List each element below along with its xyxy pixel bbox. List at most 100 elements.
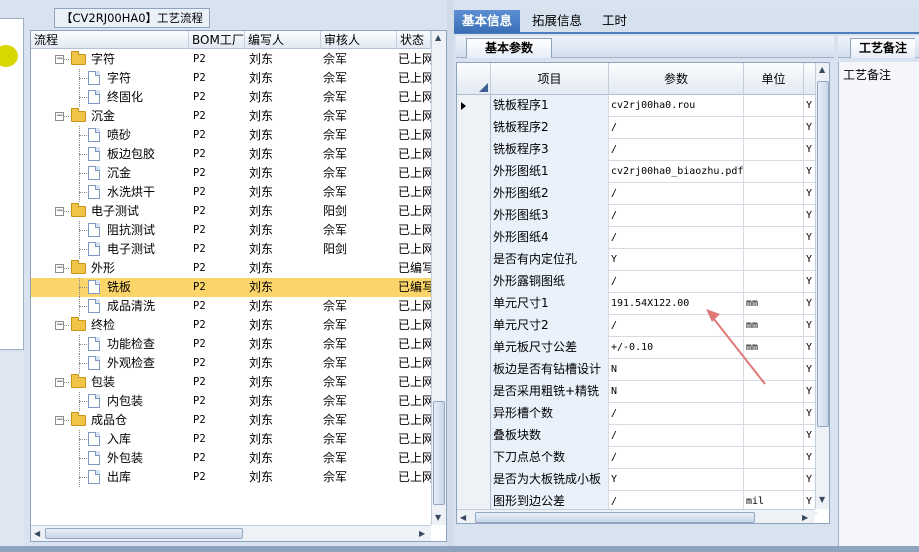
tree-folder-row[interactable]: − 外形 P2 刘东 已编写	[31, 259, 432, 278]
grid-row[interactable]: 铣板程序1 cv2rj00ha0.rou Y	[457, 95, 817, 117]
grid-row[interactable]: 是否采用粗铣+精铣 N Y	[457, 381, 817, 403]
grid-row[interactable]: 下刀点总个数 / Y	[457, 447, 817, 469]
tree-item-row[interactable]: 水洗烘干 P2 刘东 佘军 已上网	[31, 183, 432, 202]
col-header-param[interactable]: 参数	[609, 63, 744, 95]
grid-row[interactable]: 异形槽个数 / Y	[457, 403, 817, 425]
grid-row[interactable]: 板边是否有钻槽设计 N Y	[457, 359, 817, 381]
tree-folder-row[interactable]: − 终检 P2 刘东 佘军 已上网	[31, 316, 432, 335]
unit-cell[interactable]	[744, 425, 804, 447]
param-cell[interactable]: +/-0.10	[609, 337, 744, 359]
tree-item-row[interactable]: 外观检查 P2 刘东 佘军 已上网	[31, 354, 432, 373]
row-header[interactable]	[457, 381, 491, 403]
row-header[interactable]	[457, 469, 491, 491]
unit-cell[interactable]	[744, 95, 804, 117]
scroll-thumb[interactable]	[433, 401, 445, 505]
tree-item-row[interactable]: 终固化 P2 刘东 佘军 已上网	[31, 88, 432, 107]
unit-cell[interactable]	[744, 271, 804, 293]
param-cell[interactable]: /	[609, 183, 744, 205]
tree-item-row[interactable]: 板边包胶 P2 刘东 佘军 已上网	[31, 145, 432, 164]
scroll-right-arrow-icon[interactable]: ▶	[802, 513, 808, 522]
grid-row[interactable]: 外形露铜图纸 / Y	[457, 271, 817, 293]
tree-item-row[interactable]: 内包装 P2 刘东 佘军 已上网	[31, 392, 432, 411]
param-cell[interactable]: cv2rj00ha0_biaozhu.pdf	[609, 161, 744, 183]
scroll-up-arrow-icon[interactable]: ▲	[819, 65, 825, 74]
param-cell[interactable]: /	[609, 139, 744, 161]
row-header[interactable]	[457, 447, 491, 469]
row-header[interactable]	[457, 139, 491, 161]
row-header[interactable]	[457, 117, 491, 139]
collapse-icon[interactable]: −	[55, 55, 64, 64]
unit-cell[interactable]	[744, 403, 804, 425]
grid-row[interactable]: 铣板程序3/Y	[457, 139, 817, 161]
row-header[interactable]	[457, 293, 491, 315]
collapse-icon[interactable]: −	[55, 112, 64, 121]
unit-cell[interactable]	[744, 249, 804, 271]
tree-item-row[interactable]: 入库 P2 刘东 佘军 已上网	[31, 430, 432, 449]
col-header-unit[interactable]: 单位	[744, 63, 804, 95]
col-header-reviewer[interactable]: 审核人	[321, 31, 397, 49]
param-cell[interactable]: /	[609, 205, 744, 227]
grid-row[interactable]: 单元尺寸2/mm Y	[457, 315, 817, 337]
param-cell[interactable]: N	[609, 359, 744, 381]
grid-row[interactable]: 铣板程序2/Y	[457, 117, 817, 139]
grid-corner[interactable]	[457, 63, 491, 95]
grid-vertical-scrollbar[interactable]: ▲ ▼	[815, 63, 829, 509]
grid-row[interactable]: 单元尺寸1 191.54X122.00 mm Y	[457, 293, 817, 315]
tree-folder-row[interactable]: − 沉金 P2 刘东 佘军 已上网	[31, 107, 432, 126]
tree-horizontal-scrollbar[interactable]: ◀ ▶	[31, 525, 431, 541]
tree-item-row[interactable]: 外包装 P2 刘东 佘军 已上网	[31, 449, 432, 468]
grid-horizontal-scrollbar[interactable]: ◀ ▶	[457, 509, 815, 523]
col-header-editor[interactable]: 编写人	[245, 31, 321, 49]
row-header[interactable]	[457, 315, 491, 337]
row-header[interactable]	[457, 227, 491, 249]
col-header-item[interactable]: 项目	[491, 63, 609, 95]
tree-folder-row[interactable]: − 包装 P2 刘东 佘军 已上网	[31, 373, 432, 392]
tree-folder-row[interactable]: − 成品仓 P2 刘东 佘军 已上网	[31, 411, 432, 430]
tree-item-row[interactable]: 沉金 P2 刘东 佘军 已上网	[31, 164, 432, 183]
grid-row[interactable]: 是否有内定位孔 Y Y	[457, 249, 817, 271]
param-cell[interactable]: /	[609, 315, 744, 337]
scroll-up-arrow-icon[interactable]: ▲	[435, 33, 441, 42]
unit-cell[interactable]	[744, 381, 804, 403]
row-header[interactable]	[457, 161, 491, 183]
param-cell[interactable]: /	[609, 117, 744, 139]
param-cell[interactable]: N	[609, 381, 744, 403]
param-cell[interactable]: Y	[609, 469, 744, 491]
scroll-thumb[interactable]	[817, 81, 829, 427]
param-cell[interactable]: cv2rj00ha0.rou	[609, 95, 744, 117]
tab-process-notes[interactable]: 工艺备注	[850, 38, 916, 58]
param-cell[interactable]: /	[609, 403, 744, 425]
tree-item-row[interactable]: 电子测试 P2 刘东 阳剑 已上网	[31, 240, 432, 259]
row-header[interactable]	[457, 183, 491, 205]
collapse-icon[interactable]: −	[55, 321, 64, 330]
scroll-thumb[interactable]	[45, 528, 243, 539]
row-header[interactable]	[457, 337, 491, 359]
tab-basic-params[interactable]: 基本参数	[466, 38, 553, 58]
unit-cell[interactable]	[744, 447, 804, 469]
grid-row[interactable]: 是否为大板铣成小板 Y Y	[457, 469, 817, 491]
tree-item-row[interactable]: 功能检查 P2 刘东 佘军 已上网	[31, 335, 432, 354]
scroll-left-arrow-icon[interactable]: ◀	[34, 529, 40, 538]
unit-cell[interactable]	[744, 161, 804, 183]
grid-row[interactable]: 外形图纸4/Y	[457, 227, 817, 249]
row-header[interactable]	[457, 403, 491, 425]
unit-cell[interactable]	[744, 205, 804, 227]
tree-item-row[interactable]: 喷砂 P2 刘东 佘军 已上网	[31, 126, 432, 145]
tree-folder-row[interactable]: − 字符 P2 刘东 佘军 已上网	[31, 50, 432, 69]
tab-work-hours[interactable]: 工时	[594, 10, 635, 33]
unit-cell[interactable]: mm	[744, 337, 804, 359]
scroll-right-arrow-icon[interactable]: ▶	[419, 529, 425, 538]
param-cell[interactable]: /	[609, 447, 744, 469]
tab-extended-info[interactable]: 拓展信息	[524, 10, 590, 33]
unit-cell[interactable]	[744, 227, 804, 249]
param-cell[interactable]: 191.54X122.00	[609, 293, 744, 315]
tree-item-row[interactable]: 成品清洗 P2 刘东 佘军 已上网	[31, 297, 432, 316]
unit-cell[interactable]	[744, 469, 804, 491]
collapse-icon[interactable]: −	[55, 416, 64, 425]
unit-cell[interactable]: mm	[744, 293, 804, 315]
collapse-icon[interactable]: −	[55, 207, 64, 216]
tree-item-row[interactable]: 阻抗测试 P2 刘东 佘军 已上网	[31, 221, 432, 240]
row-header[interactable]	[457, 425, 491, 447]
collapse-icon[interactable]: −	[55, 378, 64, 387]
col-header-bom[interactable]: BOM工厂	[189, 31, 245, 49]
